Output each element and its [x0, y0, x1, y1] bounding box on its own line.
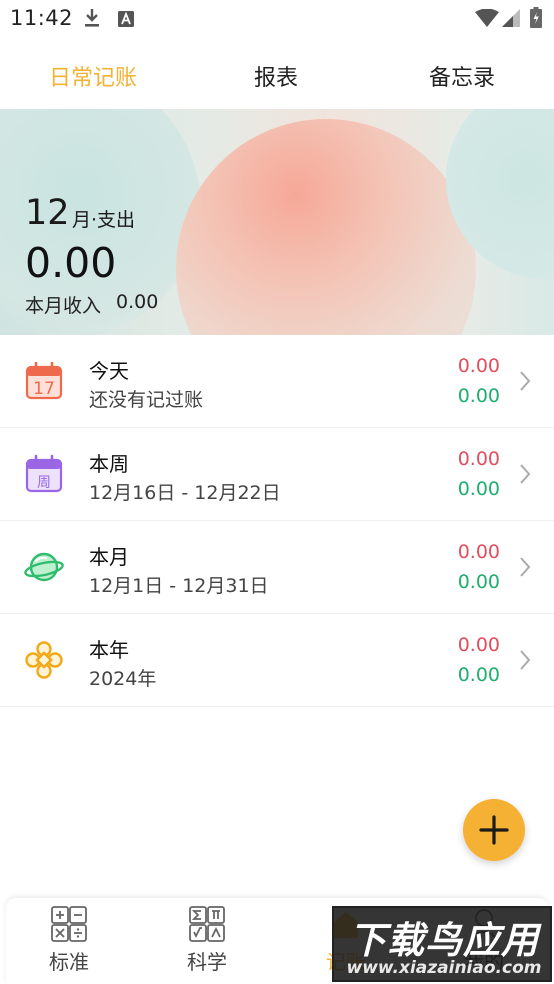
row-subtitle: 12月16日 - 12月22日: [89, 482, 281, 504]
knot-icon: [25, 641, 63, 679]
chevron-right-icon: [520, 371, 531, 391]
list-item-this-year[interactable]: 本年 2024年 0.00 0.00: [0, 614, 554, 707]
calendar-17-icon: 17: [25, 361, 63, 400]
tab-report[interactable]: 报表: [196, 60, 356, 92]
add-record-button[interactable]: [463, 799, 525, 861]
row-subtitle: 12月1日 - 12月31日: [89, 575, 269, 597]
nav-item-standard[interactable]: 标准: [19, 906, 119, 976]
monthly-expense-amount: 0.00: [25, 239, 117, 287]
row-expense: 0.00: [457, 448, 500, 470]
nav-label: 标准: [49, 950, 89, 974]
monthly-income-label: 本月收入: [25, 295, 102, 317]
tab-daily-bookkeeping[interactable]: 日常记账: [13, 60, 173, 92]
row-title: 本年: [89, 638, 129, 662]
download-icon: [85, 9, 99, 27]
row-title: 今天: [89, 359, 129, 383]
watermark-logo: 下载鸟应用 www.xiazainiao.com: [332, 906, 552, 982]
status-time: 11:42: [10, 6, 74, 30]
row-title: 本周: [89, 452, 129, 476]
watermark-title: 下载鸟应用: [349, 919, 539, 962]
svg-text:周: 周: [37, 475, 51, 491]
row-title: 本月: [89, 545, 129, 569]
nav-item-scientific[interactable]: 科学: [157, 906, 257, 976]
row-expense: 0.00: [457, 634, 500, 656]
tab-memo[interactable]: 备忘录: [382, 60, 542, 92]
status-bar: 11:42: [0, 0, 554, 38]
list-item-this-month[interactable]: 本月 12月1日 - 12月31日 0.00 0.00: [0, 521, 554, 614]
battery-icon: [530, 7, 542, 28]
nav-label: 科学: [187, 950, 227, 974]
signal-icon: [502, 9, 520, 27]
calculator-icon: [51, 906, 87, 942]
row-expense: 0.00: [457, 355, 500, 377]
summary-banner: 12 月·支出 0.00 本月收入 0.00: [0, 109, 554, 335]
a-text-icon: [118, 11, 134, 27]
banner-month: 12: [25, 193, 70, 233]
row-income: 0.00: [457, 664, 500, 686]
planet-icon: [24, 552, 64, 582]
list-item-today[interactable]: 17 今天 还没有记过账 0.00 0.00: [0, 335, 554, 428]
list-item-this-week[interactable]: 周 本周 12月16日 - 12月22日 0.00 0.00: [0, 428, 554, 521]
chevron-right-icon: [520, 464, 531, 484]
row-subtitle: 还没有记过账: [89, 389, 204, 411]
banner-decoration: [176, 119, 476, 335]
row-income: 0.00: [457, 478, 500, 500]
chevron-right-icon: [520, 557, 531, 577]
watermark-url: www.xiazainiao.com: [346, 958, 542, 978]
row-subtitle: 2024年: [89, 668, 157, 690]
scientific-calculator-icon: [189, 906, 225, 942]
row-income: 0.00: [457, 571, 500, 593]
row-expense: 0.00: [457, 541, 500, 563]
monthly-income-value: 0.00: [116, 291, 159, 313]
banner-month-label: 月·支出: [72, 209, 136, 231]
top-tabs: 日常记账 报表 备忘录: [0, 52, 554, 98]
svg-text:17: 17: [33, 379, 55, 399]
wifi-icon: [475, 9, 499, 27]
calendar-week-icon: 周: [25, 454, 63, 493]
plus-icon: [479, 815, 509, 845]
chevron-right-icon: [520, 650, 531, 670]
row-income: 0.00: [457, 385, 500, 407]
